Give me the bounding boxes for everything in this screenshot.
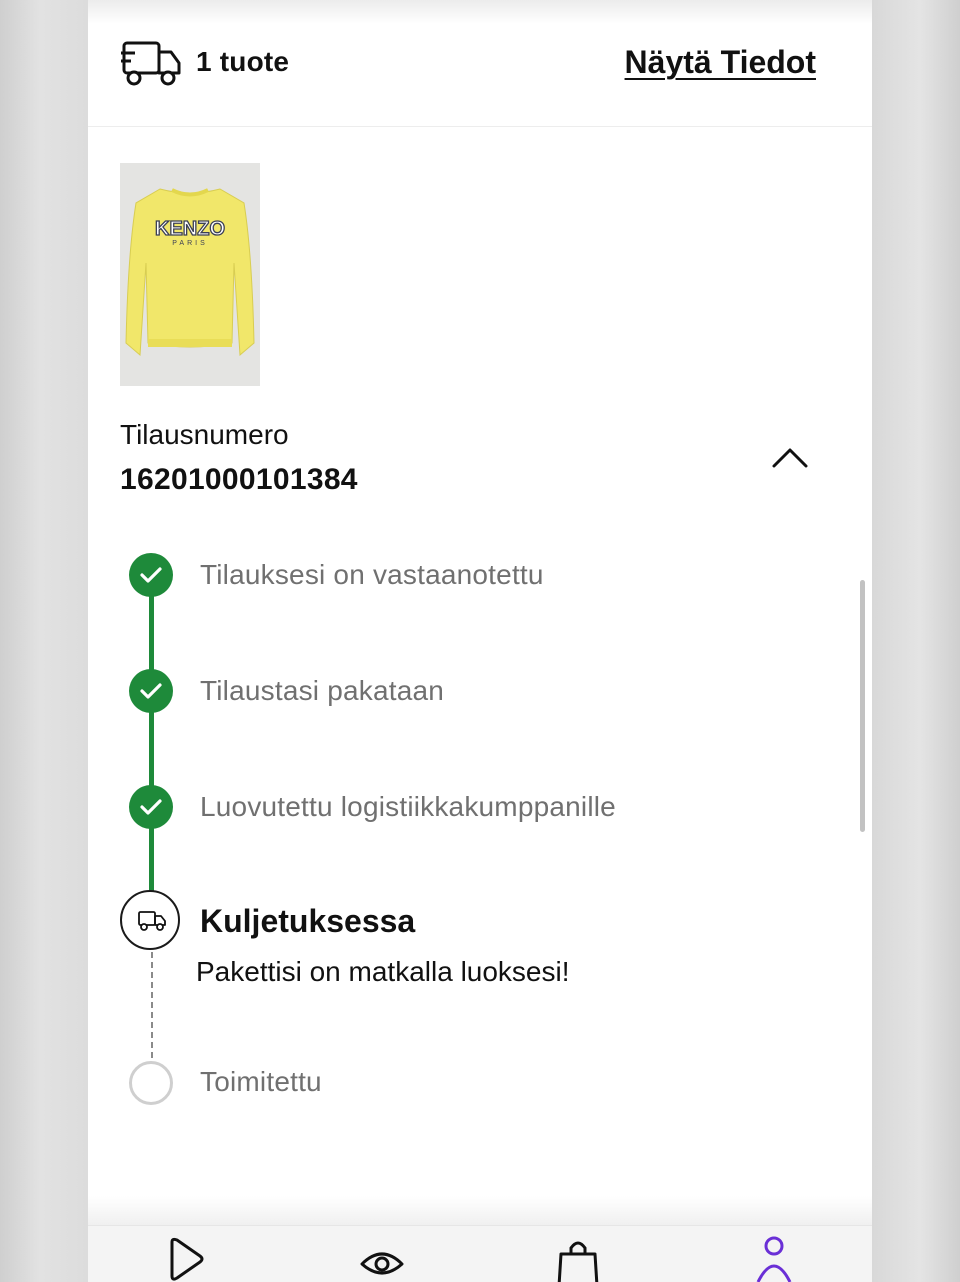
item-count: 1 tuote xyxy=(196,46,290,77)
order-number-label: Tilausnumero xyxy=(120,419,289,450)
eye-icon[interactable] xyxy=(352,1236,412,1282)
step-pending-icon xyxy=(129,1061,173,1105)
step-done-icon xyxy=(129,669,173,713)
brand-sub-print: PARIS xyxy=(172,240,208,247)
step-label: Toimitettu xyxy=(200,1066,322,1097)
step-done-icon xyxy=(129,785,173,829)
step-done-icon xyxy=(129,553,173,597)
chevron-up-icon[interactable] xyxy=(768,440,812,472)
timeline-connector-pending xyxy=(151,952,153,1058)
bottom-navigation xyxy=(88,1225,872,1282)
current-step-title: Kuljetuksessa xyxy=(200,903,416,939)
bag-icon[interactable] xyxy=(548,1236,608,1282)
check-icon xyxy=(140,567,162,583)
order-tracking-panel: 1 tuote Näytä Tiedot KENZO PARIS Tilausn… xyxy=(88,0,872,1282)
delivery-truck-icon xyxy=(121,41,181,86)
truck-icon xyxy=(138,911,166,931)
shipment-header: 1 tuote Näytä Tiedot xyxy=(88,0,872,127)
step-label: Tilaustasi pakataan xyxy=(200,675,445,706)
step-current-icon xyxy=(120,890,180,950)
current-step-description: Pakettisi on matkalla luoksesi! xyxy=(196,956,570,987)
sweater-illustration: KENZO PARIS xyxy=(120,163,260,386)
product-image[interactable]: KENZO PARIS xyxy=(120,163,260,386)
profile-icon[interactable] xyxy=(744,1236,804,1282)
timeline-connector xyxy=(149,828,154,892)
brand-print: KENZO xyxy=(155,218,225,240)
step-label: Luovutettu logistiikkakumppanille xyxy=(200,791,616,822)
bottom-shadow xyxy=(88,1196,872,1225)
scrollbar[interactable] xyxy=(860,580,865,832)
check-icon xyxy=(140,799,162,815)
show-details-link[interactable]: Näytä Tiedot xyxy=(625,44,816,81)
order-number: 16201000101384 xyxy=(120,463,358,496)
play-icon[interactable] xyxy=(156,1236,216,1282)
check-icon xyxy=(140,683,162,699)
step-label: Tilauksesi on vastaanotettu xyxy=(200,559,544,590)
